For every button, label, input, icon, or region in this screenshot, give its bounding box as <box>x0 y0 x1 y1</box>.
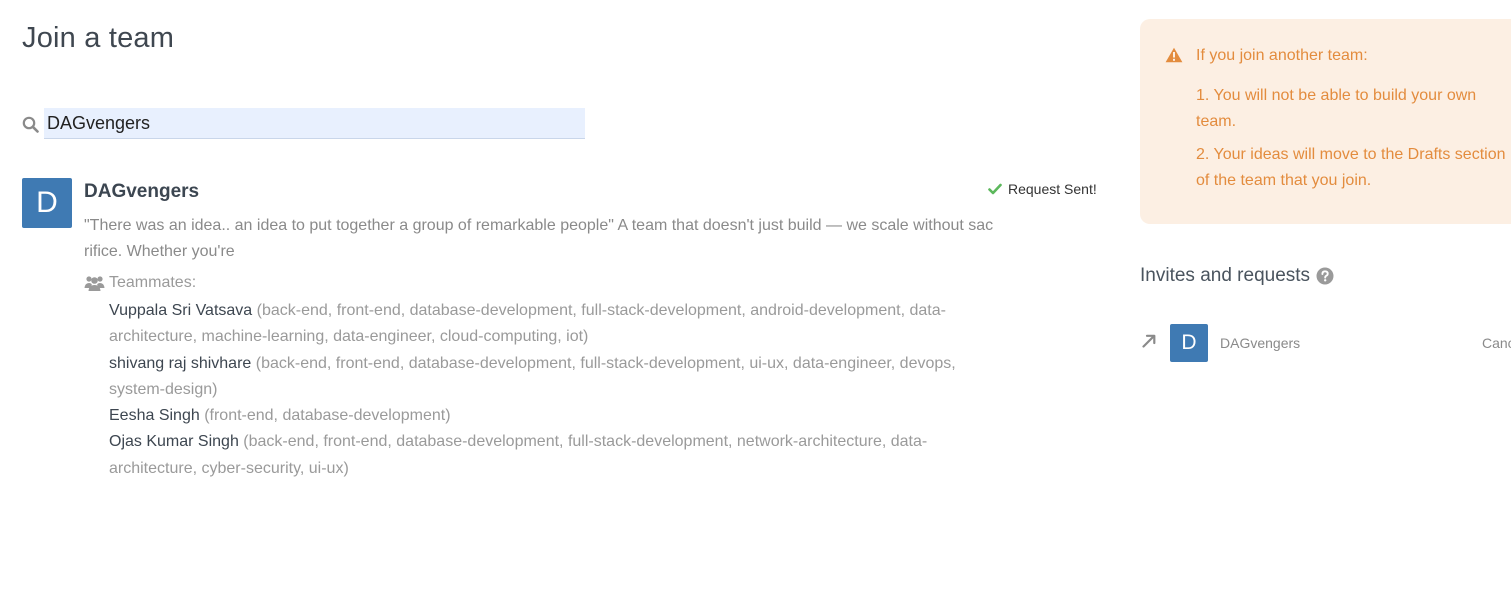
member-name: shivang raj shivhare <box>109 354 252 372</box>
check-icon <box>988 183 1002 195</box>
request-status: Request Sent! <box>988 181 1097 197</box>
invite-team-avatar: D <box>1170 324 1208 362</box>
join-team-page: Join a team D DAGvengers Request Sent! "… <box>0 0 1511 612</box>
search-bar <box>22 108 585 140</box>
warning-item: 1. You will not be able to build your ow… <box>1196 87 1477 130</box>
list-item: Eesha Singh (front-end, database-develop… <box>109 403 999 429</box>
warning-box: If you join another team: 1. You will no… <box>1140 19 1511 224</box>
member-name: Ojas Kumar Singh <box>109 433 239 451</box>
warning-title: If you join another team: <box>1196 47 1368 64</box>
help-icon[interactable] <box>1316 267 1334 285</box>
member-name: Eesha Singh <box>109 407 200 425</box>
invite-team-name[interactable]: DAGvengers <box>1220 335 1300 351</box>
invites-title-label: Invites and requests <box>1140 265 1311 286</box>
warning-list: 1. You will not be able to build your ow… <box>1196 83 1506 201</box>
team-name[interactable]: DAGvengers <box>84 181 199 203</box>
list-item: Vuppala Sri Vatsava (back-end, front-end… <box>109 298 999 351</box>
member-list: Vuppala Sri Vatsava (back-end, front-end… <box>109 298 999 482</box>
list-item: Ojas Kumar Singh (back-end, front-end, d… <box>109 429 999 482</box>
team-avatar: D <box>22 178 72 228</box>
teammates-header: Teammates: <box>84 274 196 292</box>
invites-title: Invites and requests <box>1140 265 1334 287</box>
arrow-icon <box>1142 334 1156 348</box>
teammates-label: Teammates: <box>109 274 197 291</box>
invite-row: D DAGvengers Cancel <box>1140 324 1511 362</box>
request-status-label: Request Sent! <box>1008 181 1097 197</box>
list-item: shivang raj shivhare (back-end, front-en… <box>109 351 999 404</box>
cancel-request-button[interactable]: Cancel <box>1482 335 1511 351</box>
warning-item: 2. Your ideas will move to the Drafts se… <box>1196 146 1506 189</box>
member-name: Vuppala Sri Vatsava <box>109 302 253 319</box>
search-input[interactable] <box>44 108 585 139</box>
warning-icon <box>1165 47 1183 63</box>
group-icon <box>84 276 105 291</box>
page-title: Join a team <box>22 22 175 54</box>
search-icon <box>22 116 39 133</box>
team-description: "There was an idea.. an idea to put toge… <box>84 217 994 260</box>
member-skills: (front-end, database-development) <box>204 407 451 425</box>
